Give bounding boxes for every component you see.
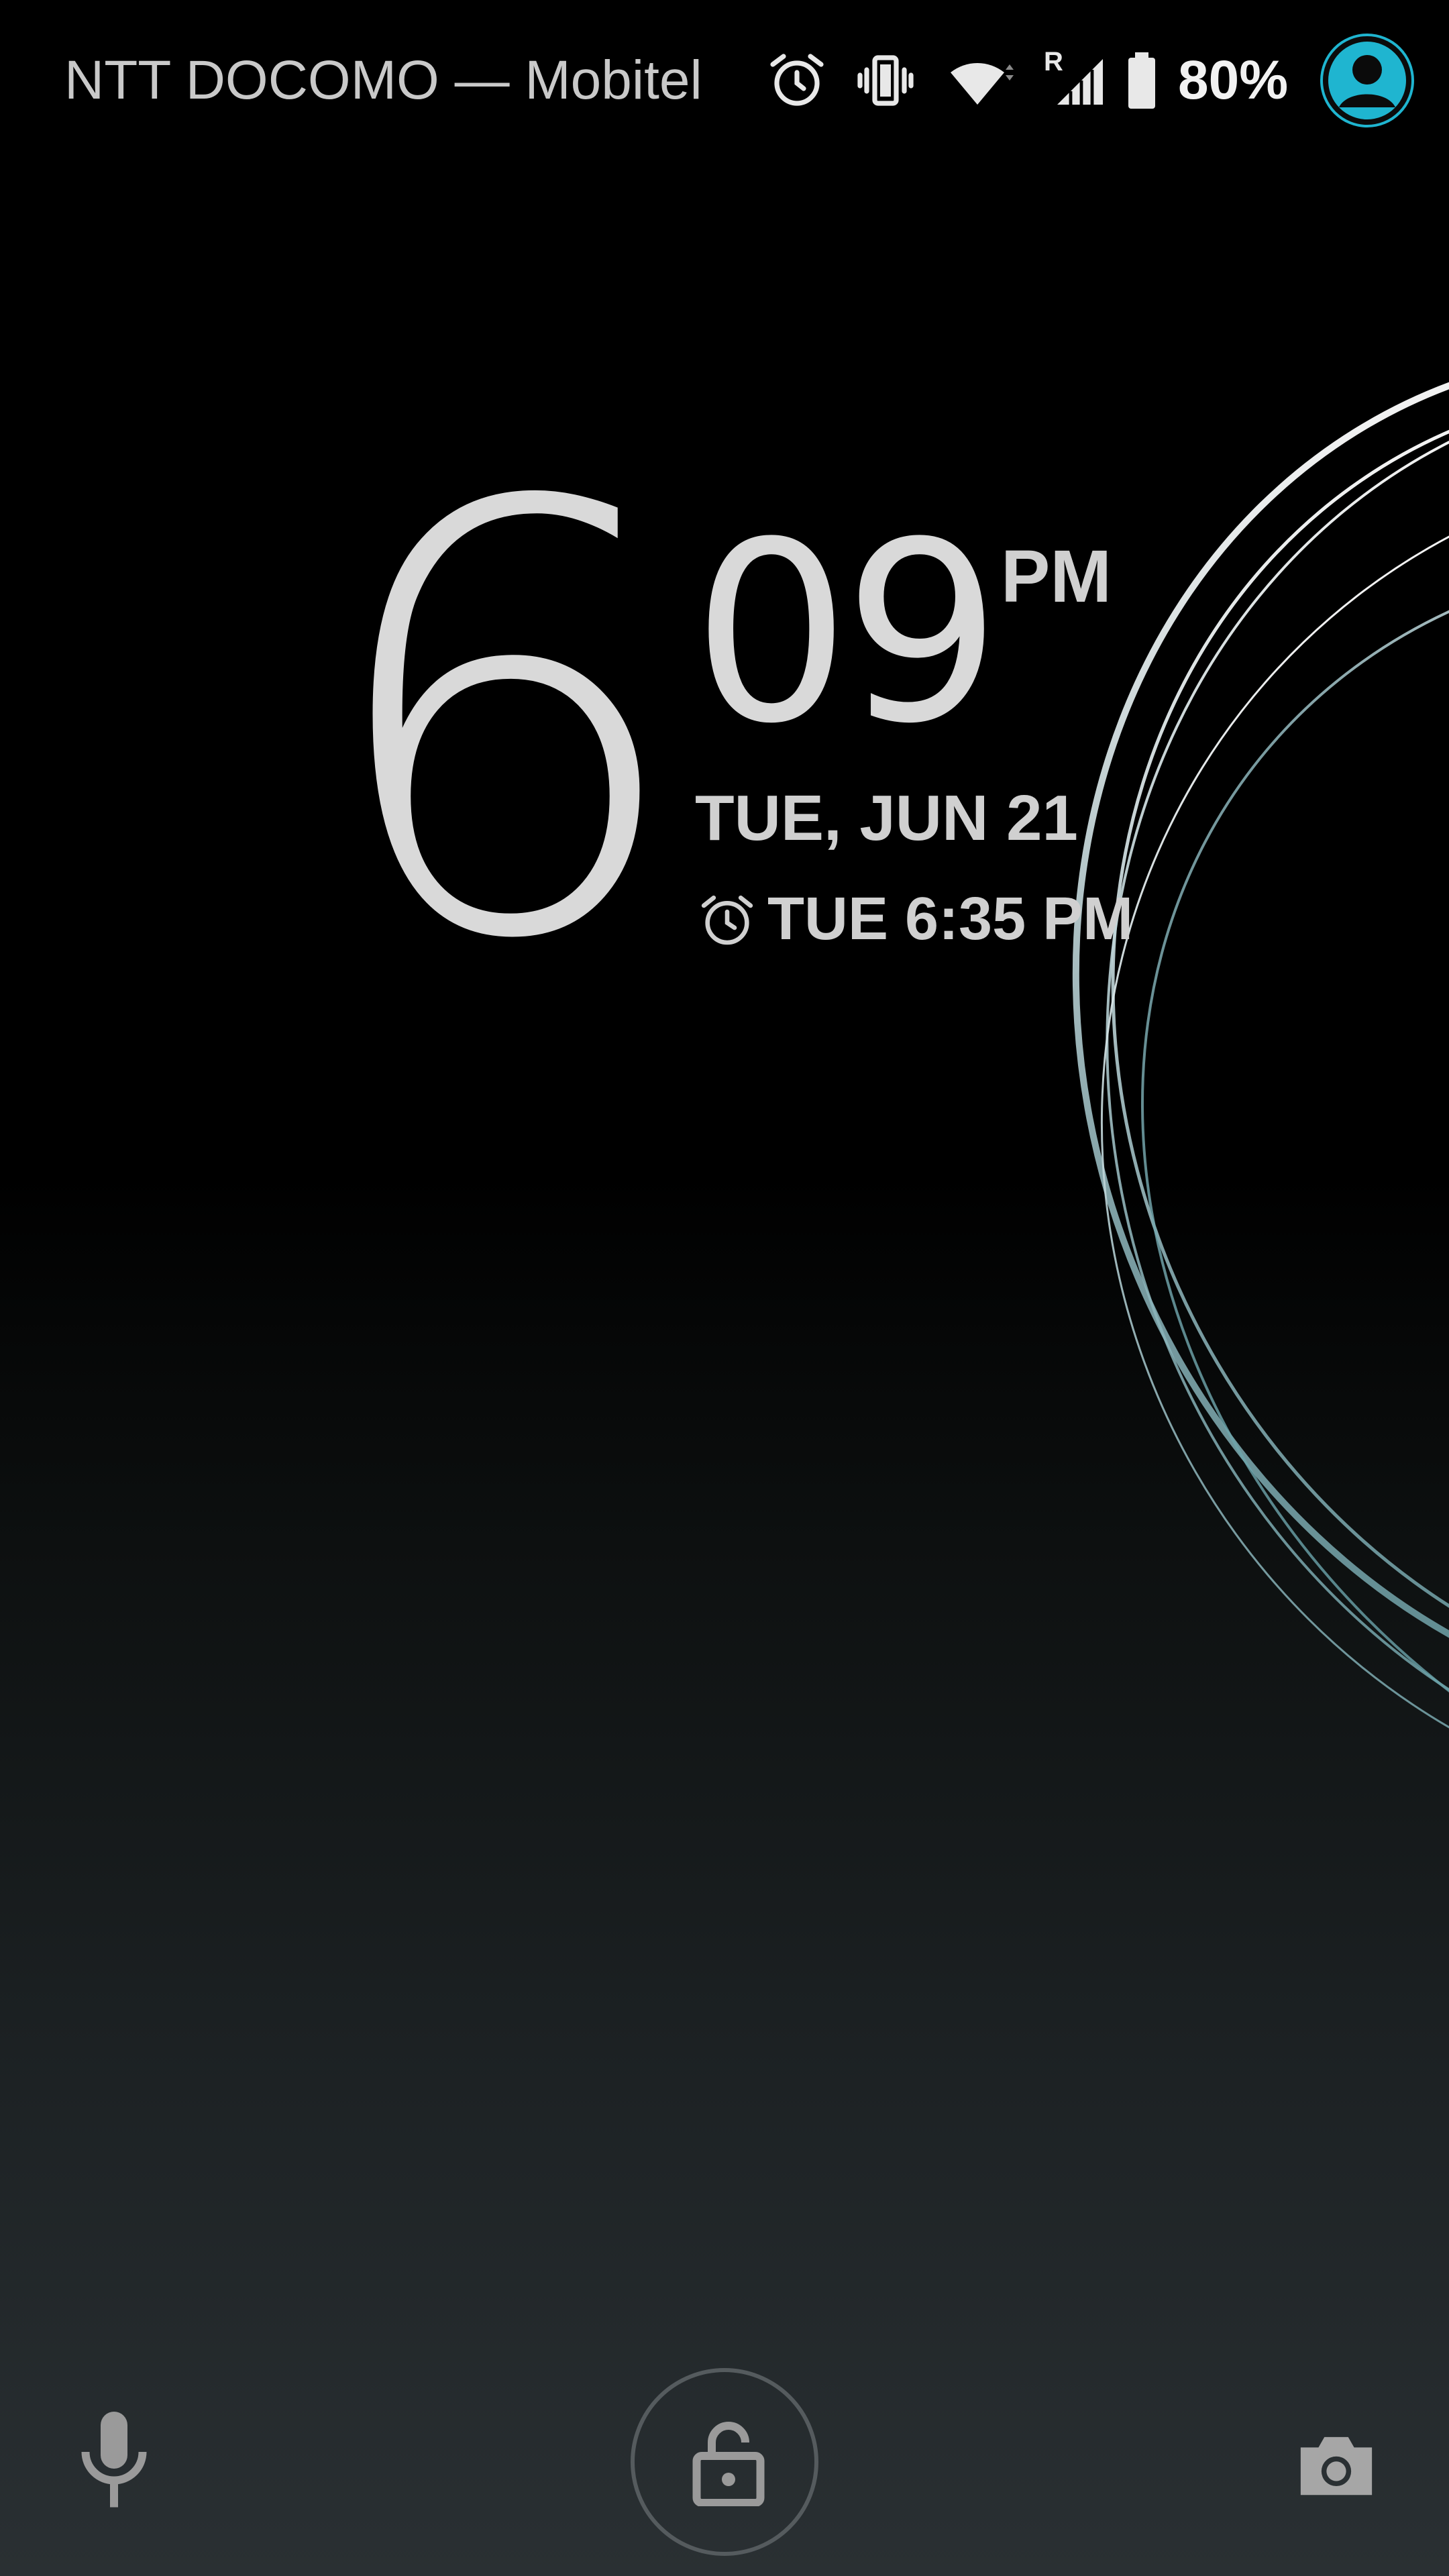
clock-minute: 09 (692, 490, 1002, 778)
vibrate-icon (857, 55, 914, 106)
camera-icon[interactable] (1295, 2428, 1378, 2502)
alarm-clock-icon (701, 895, 753, 945)
clock-ampm: PM (1001, 535, 1112, 618)
unlock-button[interactable] (631, 2368, 818, 2556)
next-alarm-text: TUE 6:35 PM (767, 885, 1134, 953)
alarm-icon (770, 54, 824, 106)
signal-icon (1057, 59, 1103, 105)
microphone-icon[interactable] (74, 2408, 154, 2516)
status-bar: NTT DOCOMO — Mobitel R 80% (0, 0, 1449, 161)
lock-icon (692, 2422, 765, 2506)
clock-hour: 6 (315, 380, 691, 1068)
user-avatar-icon[interactable] (1320, 34, 1414, 127)
battery-icon (1128, 52, 1155, 109)
person-icon (1323, 36, 1411, 125)
clock-date: TUE, JUN 21 (695, 782, 1078, 854)
battery-percentage: 80% (1178, 50, 1289, 111)
wallpaper-arcs (1072, 348, 1449, 1860)
wifi-icon (951, 62, 1014, 105)
carrier-name: NTT DOCOMO — Mobitel (64, 50, 702, 111)
